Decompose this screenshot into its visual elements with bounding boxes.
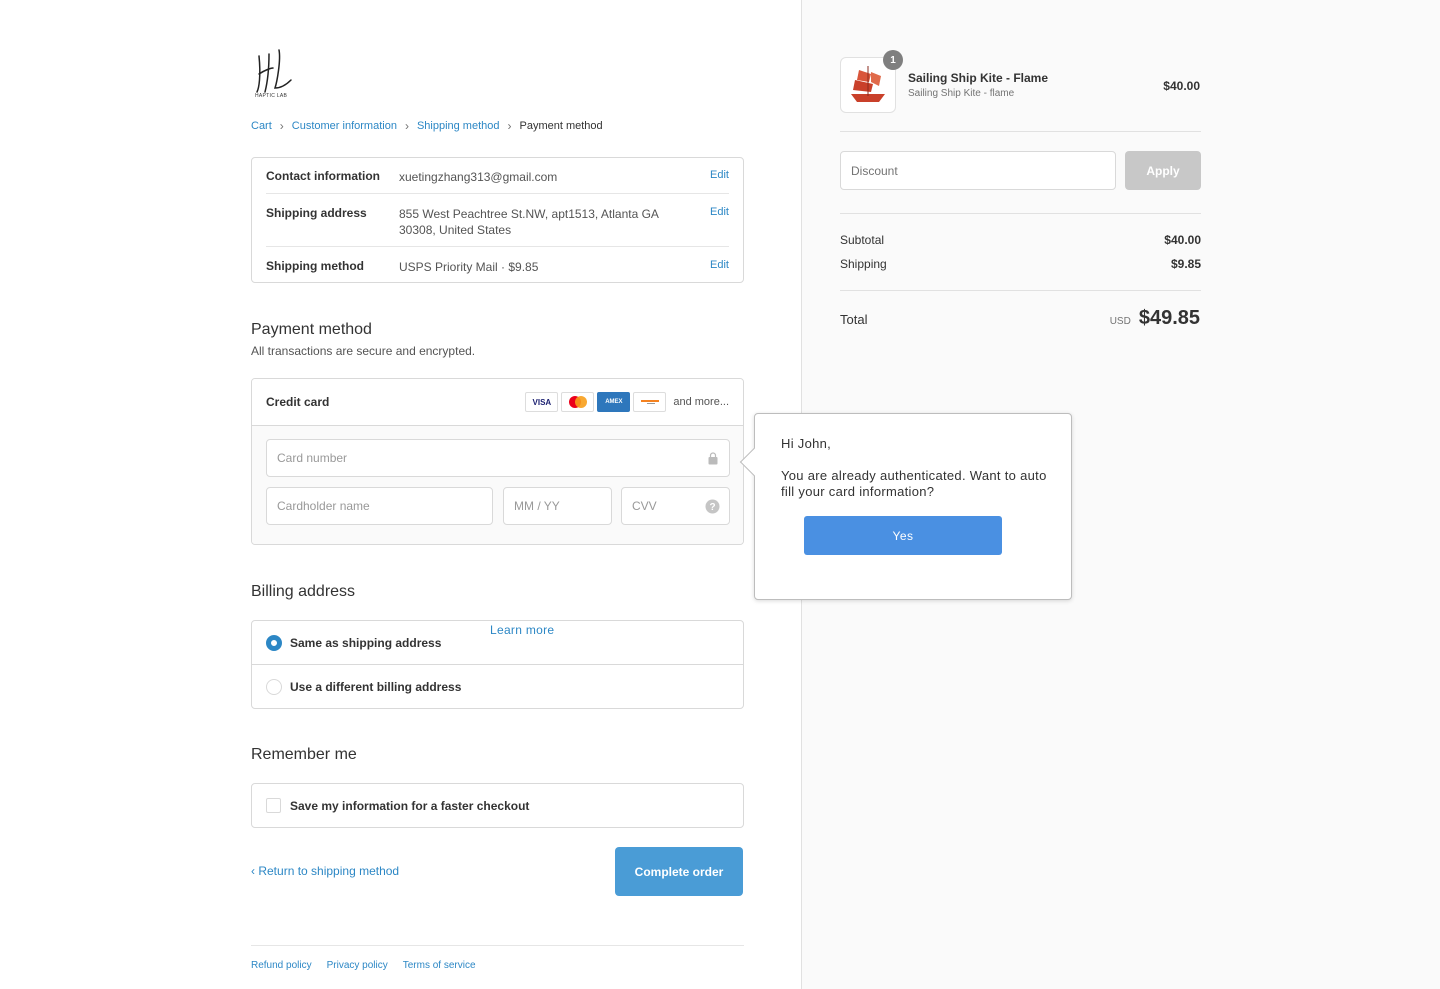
discover-icon — [633, 392, 667, 412]
save-info-checkbox[interactable] — [266, 798, 281, 813]
privacy-policy-link[interactable]: Privacy policy — [327, 960, 388, 971]
shipping-label: Shipping — [840, 257, 887, 271]
cardholder-placeholder: Cardholder name — [277, 499, 370, 513]
remember-me-heading: Remember me — [251, 746, 357, 763]
total-value: $49.85 — [1138, 307, 1200, 329]
shipping-row: Shipping $9.85 — [840, 257, 1201, 271]
billing-address-heading: Billing address — [251, 583, 356, 600]
mastercard-icon — [561, 392, 595, 412]
chevron-left-icon: ‹ — [251, 864, 255, 878]
cardholder-name-input[interactable]: Cardholder name — [266, 487, 493, 525]
breadcrumb: Cart › Customer information › Shipping m… — [251, 119, 603, 133]
edit-contact-link[interactable]: Edit — [710, 169, 729, 181]
divider — [252, 664, 743, 665]
card-number-placeholder: Card number — [277, 451, 348, 465]
subtotal-row: Subtotal $40.00 — [840, 233, 1201, 247]
terms-of-service-link[interactable]: Terms of service — [403, 960, 476, 971]
breadcrumb-customer-information[interactable]: Customer information — [292, 120, 397, 132]
remember-me-box: Save my information for a faster checkou… — [251, 783, 744, 828]
shipping-address-label: Shipping address — [266, 206, 367, 220]
lock-icon — [708, 452, 718, 465]
shipping-method-label: Shipping method — [266, 259, 364, 273]
divider — [266, 246, 729, 247]
svg-text:?: ? — [709, 502, 715, 513]
autofill-popup: Hi John, You are already authenticated. … — [739, 413, 1072, 600]
credit-card-fields: Card number Cardholder name MM / YY CVV … — [252, 426, 743, 544]
breadcrumb-cart[interactable]: Cart — [251, 120, 272, 132]
subtotal-value: $40.00 — [1164, 233, 1201, 247]
card-logos: VISA AMEX and more... — [525, 392, 729, 412]
footer-links: Refund policy Privacy policy Terms of se… — [251, 960, 476, 971]
yes-button[interactable]: Yes — [804, 516, 1002, 555]
help-icon[interactable]: ? — [705, 499, 720, 514]
total-amount: USD $49.85 — [1110, 307, 1200, 330]
cvv-input[interactable]: CVV ? — [621, 487, 730, 525]
save-info-label[interactable]: Save my information for a faster checkou… — [290, 799, 529, 813]
breadcrumb-shipping-method[interactable]: Shipping method — [417, 120, 500, 132]
payment-subtitle: All transactions are secure and encrypte… — [251, 344, 476, 358]
payment-method-heading: Payment method — [251, 321, 372, 338]
card-number-input[interactable]: Card number — [266, 439, 730, 477]
return-label: Return to shipping method — [258, 864, 400, 878]
product-variant: Sailing Ship Kite - flame — [908, 88, 1015, 99]
discount-input[interactable]: Discount — [840, 151, 1116, 190]
shipping-value: $9.85 — [1170, 257, 1201, 271]
same-address-radio[interactable] — [266, 635, 282, 651]
learn-more-link[interactable]: Learn more — [490, 623, 554, 637]
product-price: $40.00 — [1163, 79, 1200, 93]
credit-card-header[interactable]: Credit card VISA AMEX and more... — [252, 379, 743, 426]
credit-card-label: Credit card — [266, 395, 330, 409]
currency-code: USD — [1109, 316, 1131, 327]
amex-icon: AMEX — [597, 392, 631, 412]
expiry-input[interactable]: MM / YY — [503, 487, 612, 525]
popup-greeting: Hi John, — [781, 436, 832, 451]
apply-button[interactable]: Apply — [1125, 151, 1201, 190]
popup-message: You are already authenticated. Want to a… — [781, 468, 1047, 499]
quantity-badge: 1 — [883, 50, 903, 70]
subtotal-label: Subtotal — [840, 233, 885, 247]
chevron-right-icon: › — [404, 119, 409, 133]
footer-divider — [251, 945, 744, 946]
refund-policy-link[interactable]: Refund policy — [251, 960, 312, 971]
total-label: Total — [840, 312, 868, 327]
checkout-main: HAPTIC LAB Cart › Customer information ›… — [0, 0, 801, 989]
edit-shipping-method-link[interactable]: Edit — [710, 259, 729, 271]
contact-label: Contact information — [266, 169, 380, 183]
divider — [266, 193, 729, 194]
shipping-method-value: USPS Priority Mail · $9.85 — [399, 260, 539, 274]
product-name: Sailing Ship Kite - Flame — [908, 71, 1049, 85]
expiry-placeholder: MM / YY — [514, 499, 560, 513]
divider — [840, 131, 1201, 132]
order-review-box: Contact information xuetingzhang313@gmai… — [251, 157, 744, 283]
edit-address-link[interactable]: Edit — [710, 206, 729, 218]
cvv-placeholder: CVV — [632, 499, 657, 513]
complete-order-button[interactable]: Complete order — [615, 847, 743, 896]
logo-text: HAPTIC LAB — [255, 93, 288, 99]
breadcrumb-payment-method: Payment method — [519, 120, 603, 132]
shipping-address-value: 855 West Peachtree St.NW, apt1513, Atlan… — [399, 207, 659, 237]
discount-placeholder: Discount — [851, 163, 898, 178]
visa-icon: VISA — [525, 392, 559, 412]
divider — [840, 290, 1201, 291]
different-address-label[interactable]: Use a different billing address — [290, 680, 461, 694]
divider — [840, 213, 1201, 214]
different-address-radio[interactable] — [266, 679, 282, 695]
credit-card-box: Credit card VISA AMEX and more... Card n… — [251, 378, 744, 545]
contact-value: xuetingzhang313@gmail.com — [399, 170, 558, 184]
chevron-right-icon: › — [507, 119, 512, 133]
same-address-label[interactable]: Same as shipping address — [290, 636, 441, 650]
chevron-right-icon: › — [279, 119, 284, 133]
return-to-shipping-link[interactable]: ‹ Return to shipping method — [251, 864, 399, 878]
and-more-text: and more... — [673, 396, 729, 408]
